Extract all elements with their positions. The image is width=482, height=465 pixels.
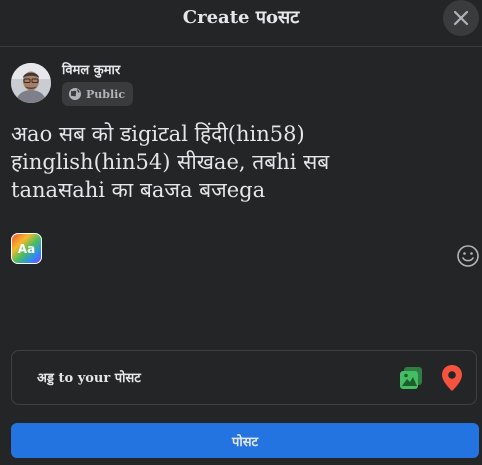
add-to-post-bar: अड्ड to your पोसट [11,350,477,405]
privacy-selector[interactable]: Public [62,82,134,106]
dialog-header: Create पoसट [0,0,482,47]
globe-icon [69,88,81,100]
dialog-title: Create पoसट [182,7,300,28]
emoji-icon [457,245,479,267]
privacy-label: Public [86,87,126,101]
emoji-button[interactable] [456,244,480,268]
text-background-button[interactable]: Aa [11,233,42,264]
location-pin-icon [442,365,462,391]
post-text-input[interactable]: अao सब को डigiटal हिंदी(hin58) हinglish(… [11,120,451,204]
create-post-dialog: Create पoसट विमल कुमार Public अao सब को … [0,0,482,465]
photo-video-icon [400,367,422,389]
close-icon [453,10,469,26]
user-name: विमल कुमार [62,63,121,78]
text-background-icon: Aa [17,241,36,256]
check-in-button[interactable] [440,364,464,392]
close-button[interactable] [443,0,479,36]
add-to-post-label: अड्ड to your पोसट [37,371,141,386]
post-button-label: पोसट [231,434,259,450]
photo-video-button[interactable] [398,365,424,391]
post-button[interactable]: पोसट [11,423,479,458]
avatar [11,63,51,103]
